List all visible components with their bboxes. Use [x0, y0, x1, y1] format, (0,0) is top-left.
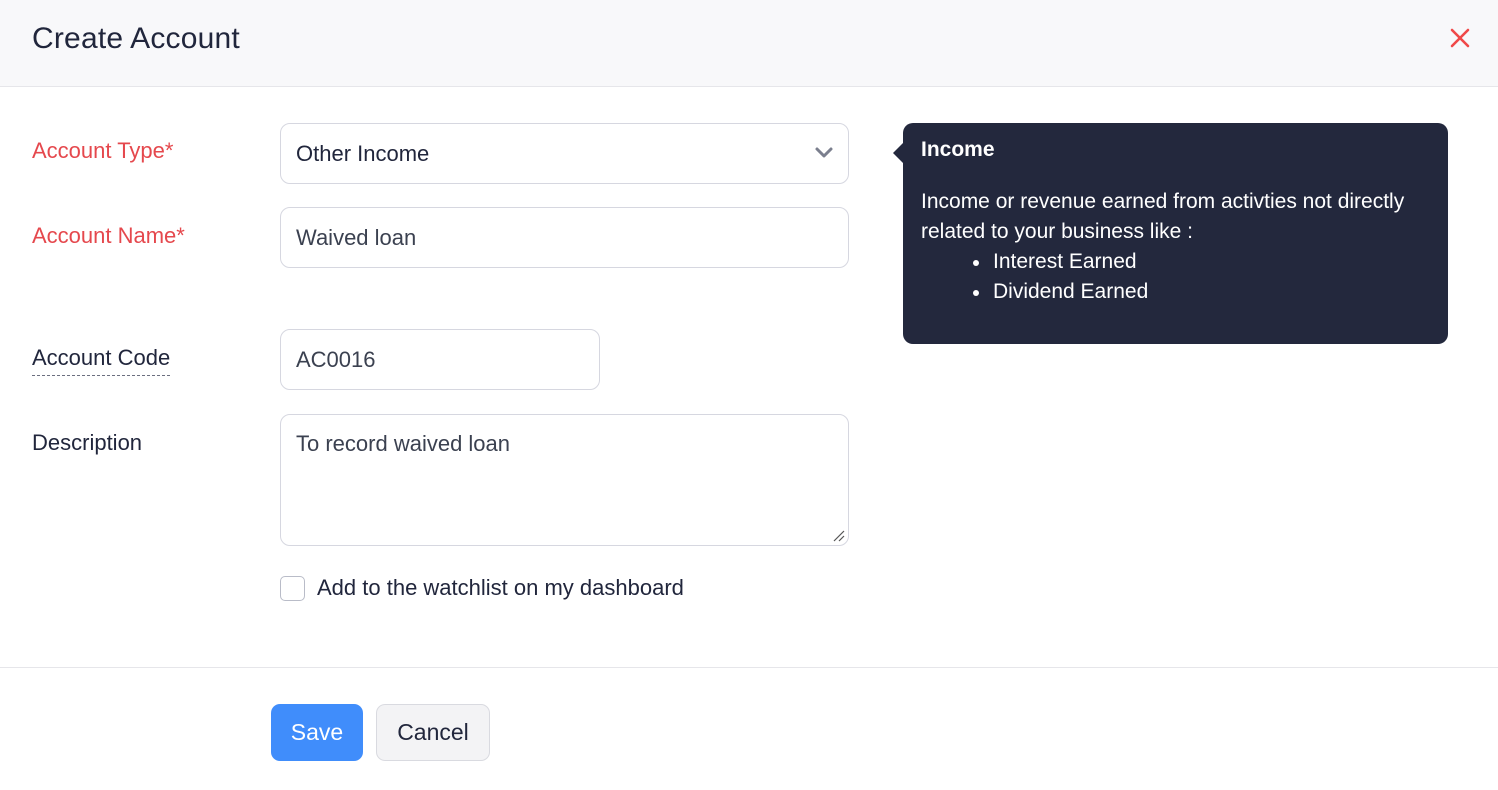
cancel-button[interactable]: Cancel [376, 704, 490, 761]
account-code-value: AC0016 [296, 346, 376, 372]
tooltip-body: Income or revenue earned from activties … [921, 190, 1405, 243]
modal-header: Create Account [0, 0, 1498, 87]
account-type-tooltip: Income Income or revenue earned from act… [893, 123, 1448, 344]
account-type-label: Account Type* [32, 138, 174, 163]
account-code-input[interactable]: AC0016 [280, 329, 600, 390]
tooltip-list-item: Dividend Earned [971, 277, 1430, 307]
watchlist-checkbox-row[interactable]: Add to the watchlist on my dashboard [280, 575, 684, 601]
tooltip-list-item: Interest Earned [971, 247, 1430, 277]
modal-title: Create Account [32, 22, 240, 55]
tooltip-list: Interest Earned Dividend Earned [971, 247, 1430, 307]
create-account-modal: Create Account Account Type* Other Incom… [0, 0, 1498, 790]
description-value: To record waived loan [296, 431, 511, 456]
save-button[interactable]: Save [271, 704, 363, 761]
resize-handle-icon[interactable] [832, 529, 846, 543]
close-button[interactable] [1446, 24, 1474, 52]
account-code-label: Account Code [32, 345, 171, 376]
chevron-down-icon [815, 147, 833, 158]
account-type-select[interactable]: Other Income [280, 123, 849, 184]
close-icon [1450, 28, 1470, 48]
account-type-value: Other Income [296, 140, 430, 166]
tooltip-title: Income [921, 138, 995, 161]
account-name-label: Account Name* [32, 223, 185, 248]
account-name-value: Waived loan [296, 224, 417, 250]
watchlist-label: Add to the watchlist on my dashboard [317, 575, 684, 600]
footer-divider [0, 667, 1498, 668]
description-textarea[interactable]: To record waived loan [280, 414, 849, 546]
account-name-input[interactable]: Waived loan [280, 207, 849, 268]
watchlist-checkbox[interactable] [280, 575, 305, 601]
description-label: Description [32, 430, 143, 455]
